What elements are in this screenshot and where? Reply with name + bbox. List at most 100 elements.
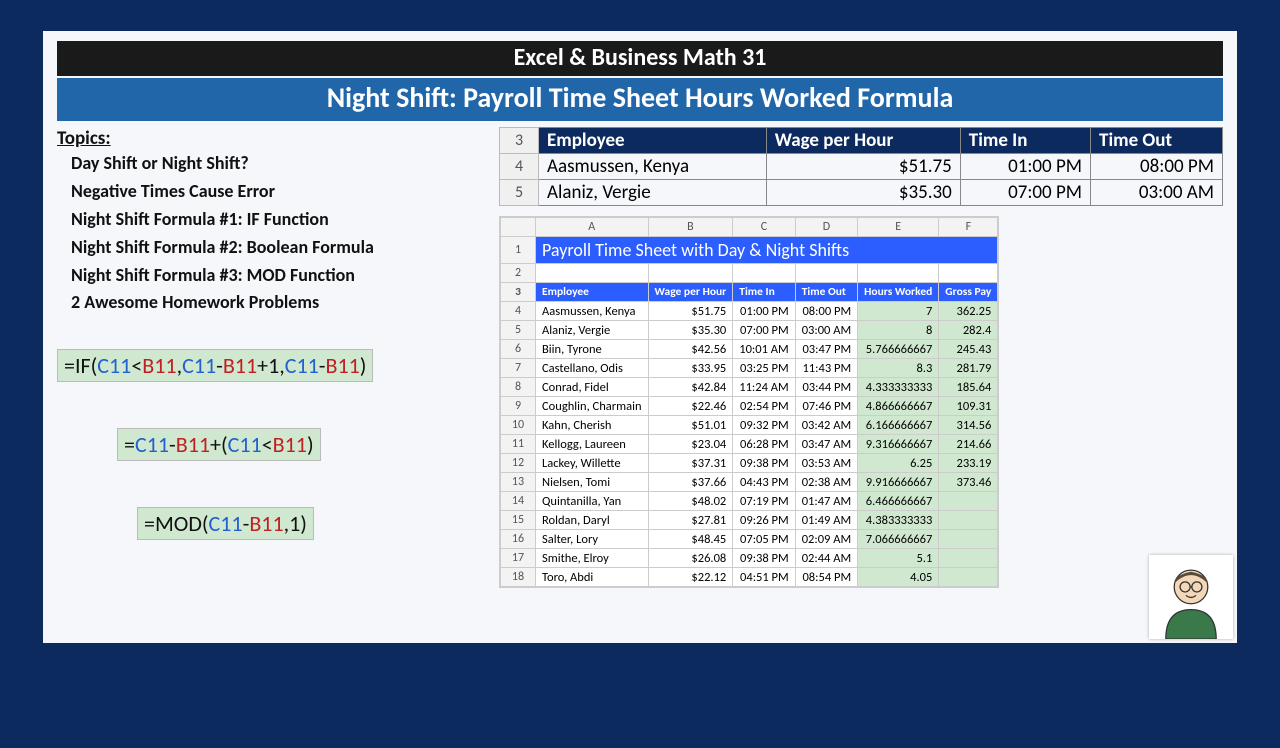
right-column: 3 Employee Wage per Hour Time In Time Ou… [499,127,1223,593]
cell-employee: Biin, Tyrone [536,340,649,359]
row-number: 12 [501,454,536,473]
cell-timeout: 08:54 PM [795,568,857,587]
cell-hours: 8.3 [858,359,939,378]
cell-hours: 5.766666667 [858,340,939,359]
row-number: 5 [501,321,536,340]
cell-timein: 10:01 AM [733,340,795,359]
row-number: 15 [501,511,536,530]
cell-hours: 7 [858,302,939,321]
cell-employee: Aasmussen, Kenya [536,302,649,321]
cell-timein: 02:54 PM [733,397,795,416]
cell-wage: $37.66 [648,473,733,492]
cell-timein: 11:24 AM [733,378,795,397]
cell-timein: 09:26 PM [733,511,795,530]
col-letter: A [536,218,649,237]
cell-wage: $48.45 [648,530,733,549]
row-number: 11 [501,435,536,454]
cell-employee: Quintanilla, Yan [536,492,649,511]
table-cell: Aasmussen, Kenya [539,154,767,180]
cell-employee: Kahn, Cherish [536,416,649,435]
cell-wage: $37.31 [648,454,733,473]
cell-timeout: 03:53 AM [795,454,857,473]
row-number: 2 [501,264,536,283]
table-cell: $51.75 [766,154,960,180]
cell-wage: $22.12 [648,568,733,587]
cell-timein: 09:32 PM [733,416,795,435]
col-letter: D [795,218,857,237]
cell-hours: 6.466666667 [858,492,939,511]
table-row: 11Kellogg, Laureen$23.0406:28 PM03:47 AM… [501,435,998,454]
table-row: 10Kahn, Cherish$51.0109:32 PM03:42 AM6.1… [501,416,998,435]
cell-timein: 07:05 PM [733,530,795,549]
topic-item: Night Shift Formula #2: Boolean Formula [71,234,487,262]
cell-hours: 8 [858,321,939,340]
row-number: 8 [501,378,536,397]
table-row: 5Alaniz, Vergie$35.3007:00 PM03:00 AM828… [501,321,998,340]
row-number: 16 [501,530,536,549]
row-number: 7 [501,359,536,378]
presenter-avatar [1149,555,1233,639]
table-row: 4Aasmussen, Kenya$51.7501:00 PM08:00 PM7… [501,302,998,321]
table-row: 7Castellano, Odis$33.9503:25 PM11:43 PM8… [501,359,998,378]
cell-gross: 314.56 [939,416,998,435]
cell-employee: Toro, Abdi [536,568,649,587]
row-number: 3 [500,128,539,154]
row-number: 3 [501,283,536,302]
cell-gross [939,492,998,511]
cell-gross [939,549,998,568]
cell-timeout: 08:00 PM [795,302,857,321]
cell-timein: 01:00 PM [733,302,795,321]
topics-heading: Topics: [57,127,487,150]
cell-timein: 03:25 PM [733,359,795,378]
cell-hours: 4.866666667 [858,397,939,416]
cell-timeout: 02:44 AM [795,549,857,568]
preview-table: 3 Employee Wage per Hour Time In Time Ou… [499,127,1223,206]
cell-employee: Castellano, Odis [536,359,649,378]
table-cell: 08:00 PM [1091,154,1223,180]
formula-boolean: =C11-B11+(C11<B11) [117,428,321,461]
sheet-header: Employee [536,283,649,302]
cell-timeout: 03:00 AM [795,321,857,340]
cell-timein: 09:38 PM [733,454,795,473]
col-letter: E [858,218,939,237]
table-row: 6Biin, Tyrone$42.5610:01 AM03:47 PM5.766… [501,340,998,359]
table-row: 18Toro, Abdi$22.1204:51 PM08:54 PM4.05 [501,568,998,587]
sheet-title: Payroll Time Sheet with Day & Night Shif… [536,237,998,264]
cell-timein: 09:38 PM [733,549,795,568]
cell-timeout: 01:49 AM [795,511,857,530]
cell-employee: Kellogg, Laureen [536,435,649,454]
sheet-header: Gross Pay [939,283,998,302]
table-row: 9Coughlin, Charmain$22.4602:54 PM07:46 P… [501,397,998,416]
row-number: 14 [501,492,536,511]
cell-wage: $48.02 [648,492,733,511]
cell-gross: 245.43 [939,340,998,359]
table-row: 14Quintanilla, Yan$48.0207:19 PM01:47 AM… [501,492,998,511]
cell-timein: 07:00 PM [733,321,795,340]
cell-gross [939,530,998,549]
cell-gross: 282.4 [939,321,998,340]
cell-gross: 109.31 [939,397,998,416]
row-number: 13 [501,473,536,492]
cell-gross: 281.79 [939,359,998,378]
col-letter: C [733,218,795,237]
cell-hours: 4.383333333 [858,511,939,530]
sheet-header: Hours Worked [858,283,939,302]
col-header: Time In [960,128,1090,154]
cell-timeout: 01:47 AM [795,492,857,511]
table-cell: $35.30 [766,180,960,206]
col-letter: B [648,218,733,237]
cell-timeout: 03:42 AM [795,416,857,435]
cell-gross [939,511,998,530]
sheet-header: Time In [733,283,795,302]
cell-timeout: 07:46 PM [795,397,857,416]
topic-item: Night Shift Formula #1: IF Function [71,206,487,234]
table-cell: 03:00 AM [1091,180,1223,206]
cell-wage: $51.01 [648,416,733,435]
table-cell: 07:00 PM [960,180,1090,206]
row-number: 18 [501,568,536,587]
cell-timein: 04:51 PM [733,568,795,587]
row-number: 17 [501,549,536,568]
row-number: 6 [501,340,536,359]
row-number: 4 [501,302,536,321]
cell-gross: 362.25 [939,302,998,321]
